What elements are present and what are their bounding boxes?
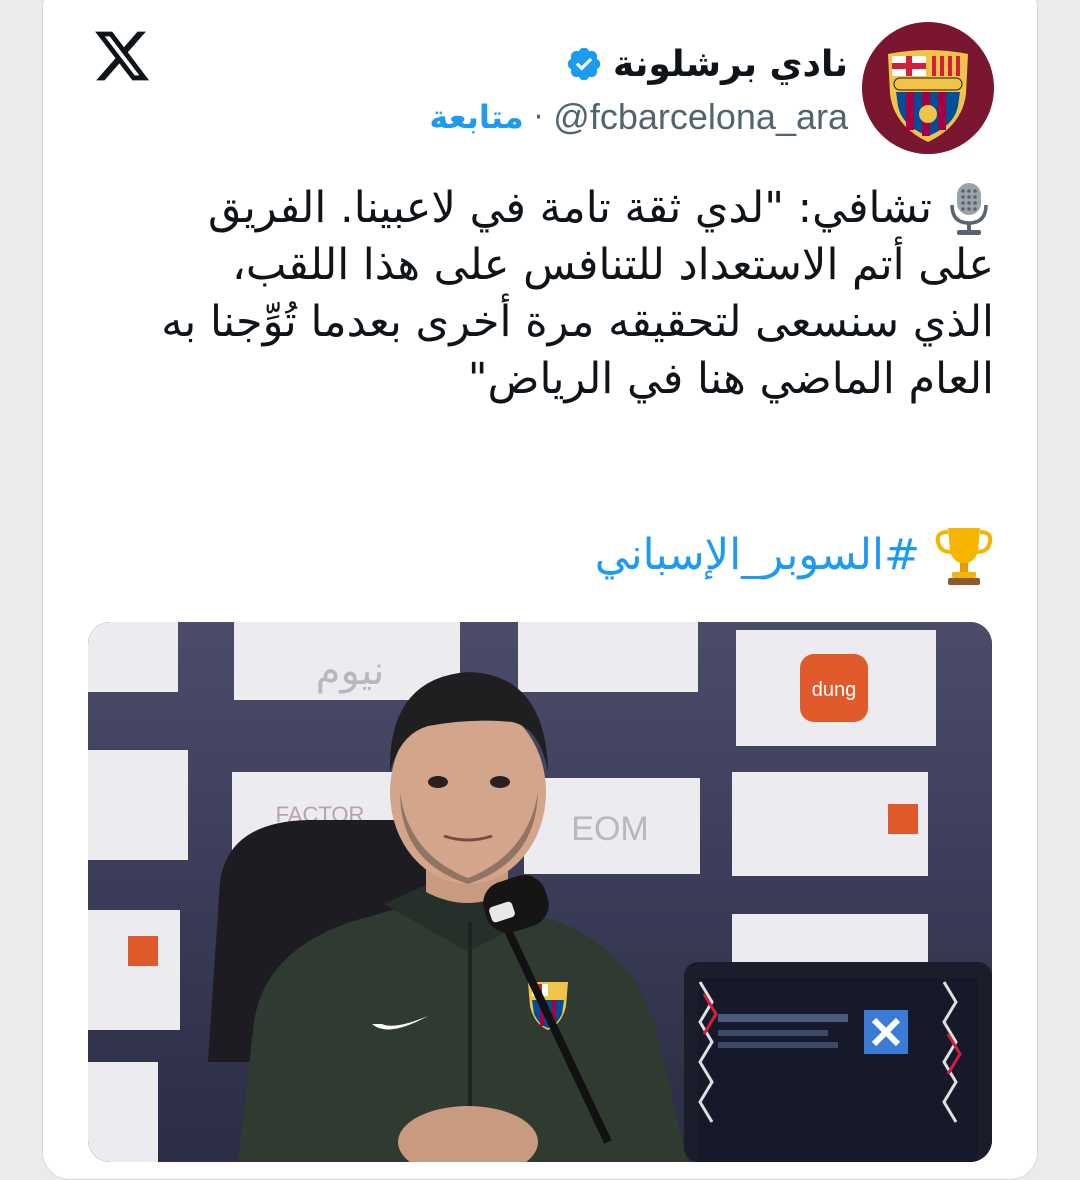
hashtag-row: #السوبر_الإسباني (595, 522, 994, 588)
studio-microphone-icon (950, 182, 988, 235)
follow-link[interactable]: متابعة (429, 98, 523, 136)
display-name[interactable]: نادي برشلونة (613, 44, 848, 85)
handle-row: @fcbarcelona_ara · متابعة (429, 92, 848, 142)
x-logo-icon[interactable] (92, 26, 152, 86)
tweet-media-image[interactable]: نيوم EOM FACTOR dung (88, 622, 992, 1162)
tweet-text-line: الذي سنسعى لتحقيقه مرة أخرى بعدما تُوِّج… (161, 297, 994, 347)
display-name-row[interactable]: نادي برشلونة (565, 38, 848, 90)
tweet-text-line: العام الماضي هنا في الرياض" (467, 354, 994, 404)
avatar[interactable] (862, 22, 994, 154)
backdrop-logo-text: EOM (571, 810, 648, 848)
separator-dot: · (533, 99, 544, 135)
tweet-text-line: على أتم الاستعداد للتنافس على هذا اللقب، (232, 240, 994, 290)
verified-badge-icon (567, 47, 601, 81)
user-handle[interactable]: @fcbarcelona_ara (553, 96, 848, 138)
tweet-line: العام الماضي هنا في الرياض" (74, 351, 994, 408)
hashtag-link[interactable]: #السوبر_الإسباني (595, 530, 920, 580)
press-conference-photo: نيوم EOM FACTOR dung (88, 622, 992, 1162)
tweet-line: الذي سنسعى لتحقيقه مرة أخرى بعدما تُوِّج… (74, 294, 994, 351)
backdrop-logo-text: نيوم (316, 648, 385, 694)
tweet-text-line: تشافي: "لدي ثقة تامة في لاعبينا. الفريق (208, 183, 932, 233)
trophy-icon (935, 528, 993, 585)
tweet-text: تشافي: "لدي ثقة تامة في لاعبينا. الفريق … (74, 180, 994, 408)
tweet-line: تشافي: "لدي ثقة تامة في لاعبينا. الفريق (74, 180, 994, 237)
backdrop-logo-text: dung (812, 679, 857, 701)
fc-barcelona-crest-icon (862, 22, 994, 154)
tweet-line: على أتم الاستعداد للتنافس على هذا اللقب، (74, 237, 994, 294)
